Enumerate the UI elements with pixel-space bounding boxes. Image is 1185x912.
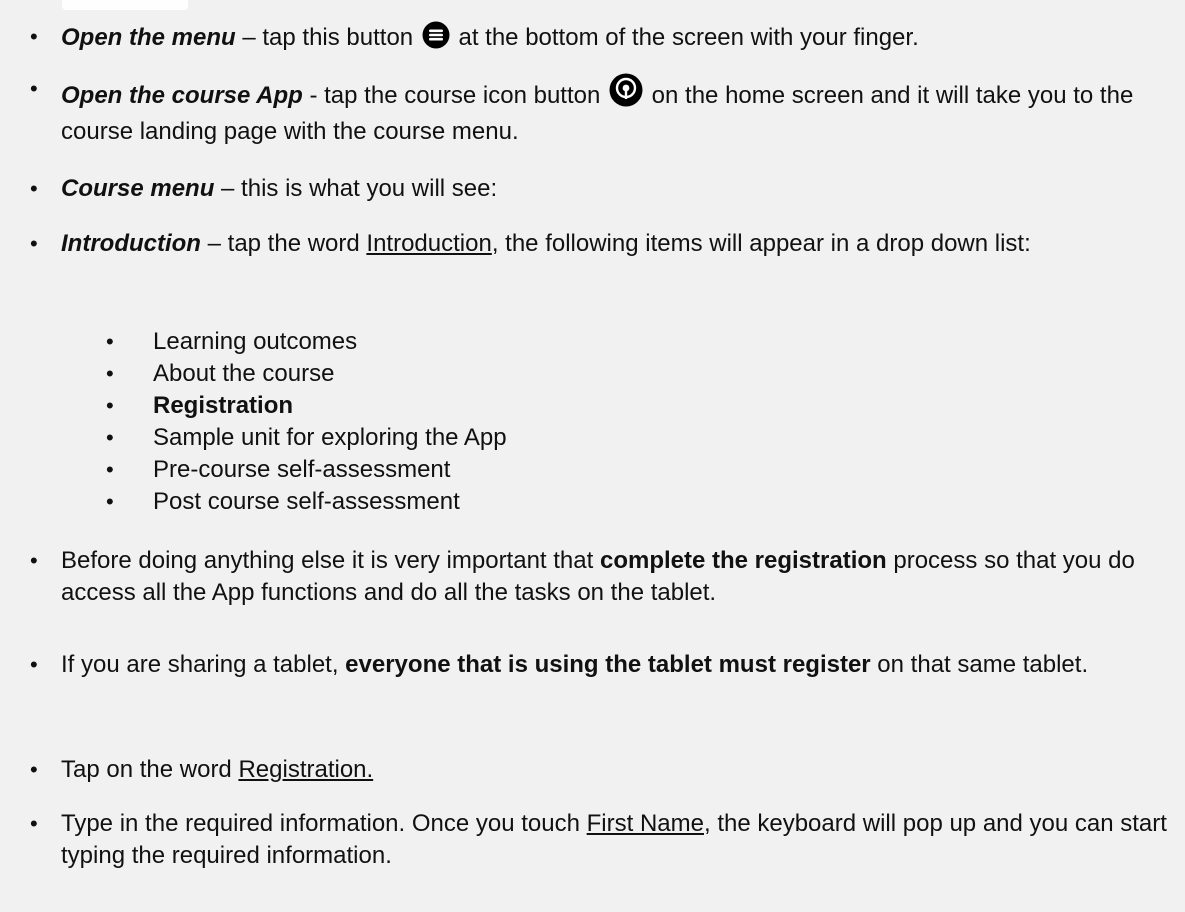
- dropdown-item-about-course[interactable]: • About the course: [106, 359, 334, 389]
- introduction-link[interactable]: Introduction: [366, 230, 491, 257]
- item-text: at the bottom of the screen with your fi…: [451, 24, 919, 51]
- menu-button-icon: [422, 21, 450, 58]
- item-lead: Open the course App: [61, 82, 303, 109]
- item-text: If you are sharing a tablet,: [61, 651, 346, 678]
- item-emphasis: everyone that is using the tablet must r…: [345, 651, 871, 678]
- list-item-complete-registration: • Before doing anything else it is very …: [30, 545, 1177, 609]
- list-item-tap-registration: • Tap on the word Registration.: [30, 754, 1177, 786]
- item-text: – tap the word: [200, 230, 367, 257]
- dropdown-item-label: Learning outcomes: [153, 328, 358, 355]
- dropdown-item-registration[interactable]: • Registration: [106, 391, 293, 421]
- item-text: Type in the required information. Once y…: [61, 810, 587, 837]
- bullet: •: [106, 457, 114, 482]
- bullet: •: [30, 24, 38, 49]
- list-item-type-information: • Type in the required information. Once…: [30, 808, 1177, 872]
- list-item-text: If you are sharing a tablet, everyone th…: [61, 649, 1177, 681]
- first-name-link[interactable]: First Name: [587, 810, 704, 837]
- item-text: Before doing anything else it is very im…: [61, 547, 600, 574]
- list-item-text: Tap on the word Registration.: [61, 754, 1177, 786]
- bullet: •: [106, 393, 114, 418]
- list-item-open-menu: • Open the menu – tap this button at the…: [30, 21, 1177, 58]
- dropdown-item-post-course[interactable]: • Post course self-assessment: [106, 487, 460, 517]
- course-app-icon: [609, 73, 643, 116]
- list-item-text: Course menu – this is what you will see:: [61, 173, 1177, 205]
- bullet: •: [30, 176, 38, 201]
- item-text: - tap the course icon button: [302, 82, 607, 109]
- item-lead: Course menu: [61, 175, 215, 202]
- item-emphasis: complete the registration: [599, 547, 887, 574]
- item-text: , the following items will appear in a d…: [491, 230, 1031, 257]
- registration-link[interactable]: Registration.: [238, 756, 373, 783]
- dropdown-item-label: Pre-course self-assessment: [153, 456, 451, 483]
- list-item-open-course-app: • Open the course App - tap the course i…: [30, 73, 1177, 148]
- bullet: •: [106, 329, 114, 354]
- list-item-text: Open the menu – tap this button at the b…: [61, 21, 1177, 58]
- item-text: Tap on the word: [61, 756, 239, 783]
- dropdown-item-label: Registration: [153, 392, 294, 419]
- bullet: •: [106, 425, 114, 450]
- dropdown-item-pre-course[interactable]: • Pre-course self-assessment: [106, 455, 450, 485]
- list-item-text: Introduction – tap the word Introduction…: [61, 228, 1177, 260]
- list-item-text: Open the course App - tap the course ico…: [61, 73, 1177, 148]
- dropdown-item-label: Sample unit for exploring the App: [153, 424, 507, 451]
- bullet: •: [30, 757, 38, 782]
- top-edge-tab: [62, 0, 188, 10]
- bullet: •: [30, 76, 38, 101]
- item-text: – tap this button: [235, 24, 420, 51]
- bullet: •: [30, 652, 38, 677]
- list-item-sharing-tablet: • If you are sharing a tablet, everyone …: [30, 649, 1177, 681]
- bullet: •: [106, 361, 114, 386]
- list-item-text: Type in the required information. Once y…: [61, 808, 1177, 872]
- list-item-introduction: • Introduction – tap the word Introducti…: [30, 228, 1177, 260]
- bullet: •: [30, 811, 38, 836]
- item-lead: Introduction: [61, 230, 201, 257]
- list-item-text: Before doing anything else it is very im…: [61, 545, 1177, 609]
- bullet: •: [106, 489, 114, 514]
- dropdown-item-label: About the course: [153, 360, 335, 387]
- item-lead: Open the menu: [61, 24, 236, 51]
- dropdown-item-sample-unit[interactable]: • Sample unit for exploring the App: [106, 423, 507, 453]
- item-text: on that same tablet.: [870, 651, 1089, 678]
- dropdown-item-learning-outcomes[interactable]: • Learning outcomes: [106, 327, 357, 357]
- list-item-course-menu: • Course menu – this is what you will se…: [30, 173, 1177, 205]
- bullet: •: [30, 548, 38, 573]
- dropdown-item-label: Post course self-assessment: [153, 488, 460, 515]
- item-text: – this is what you will see:: [214, 175, 498, 202]
- bullet: •: [30, 231, 38, 256]
